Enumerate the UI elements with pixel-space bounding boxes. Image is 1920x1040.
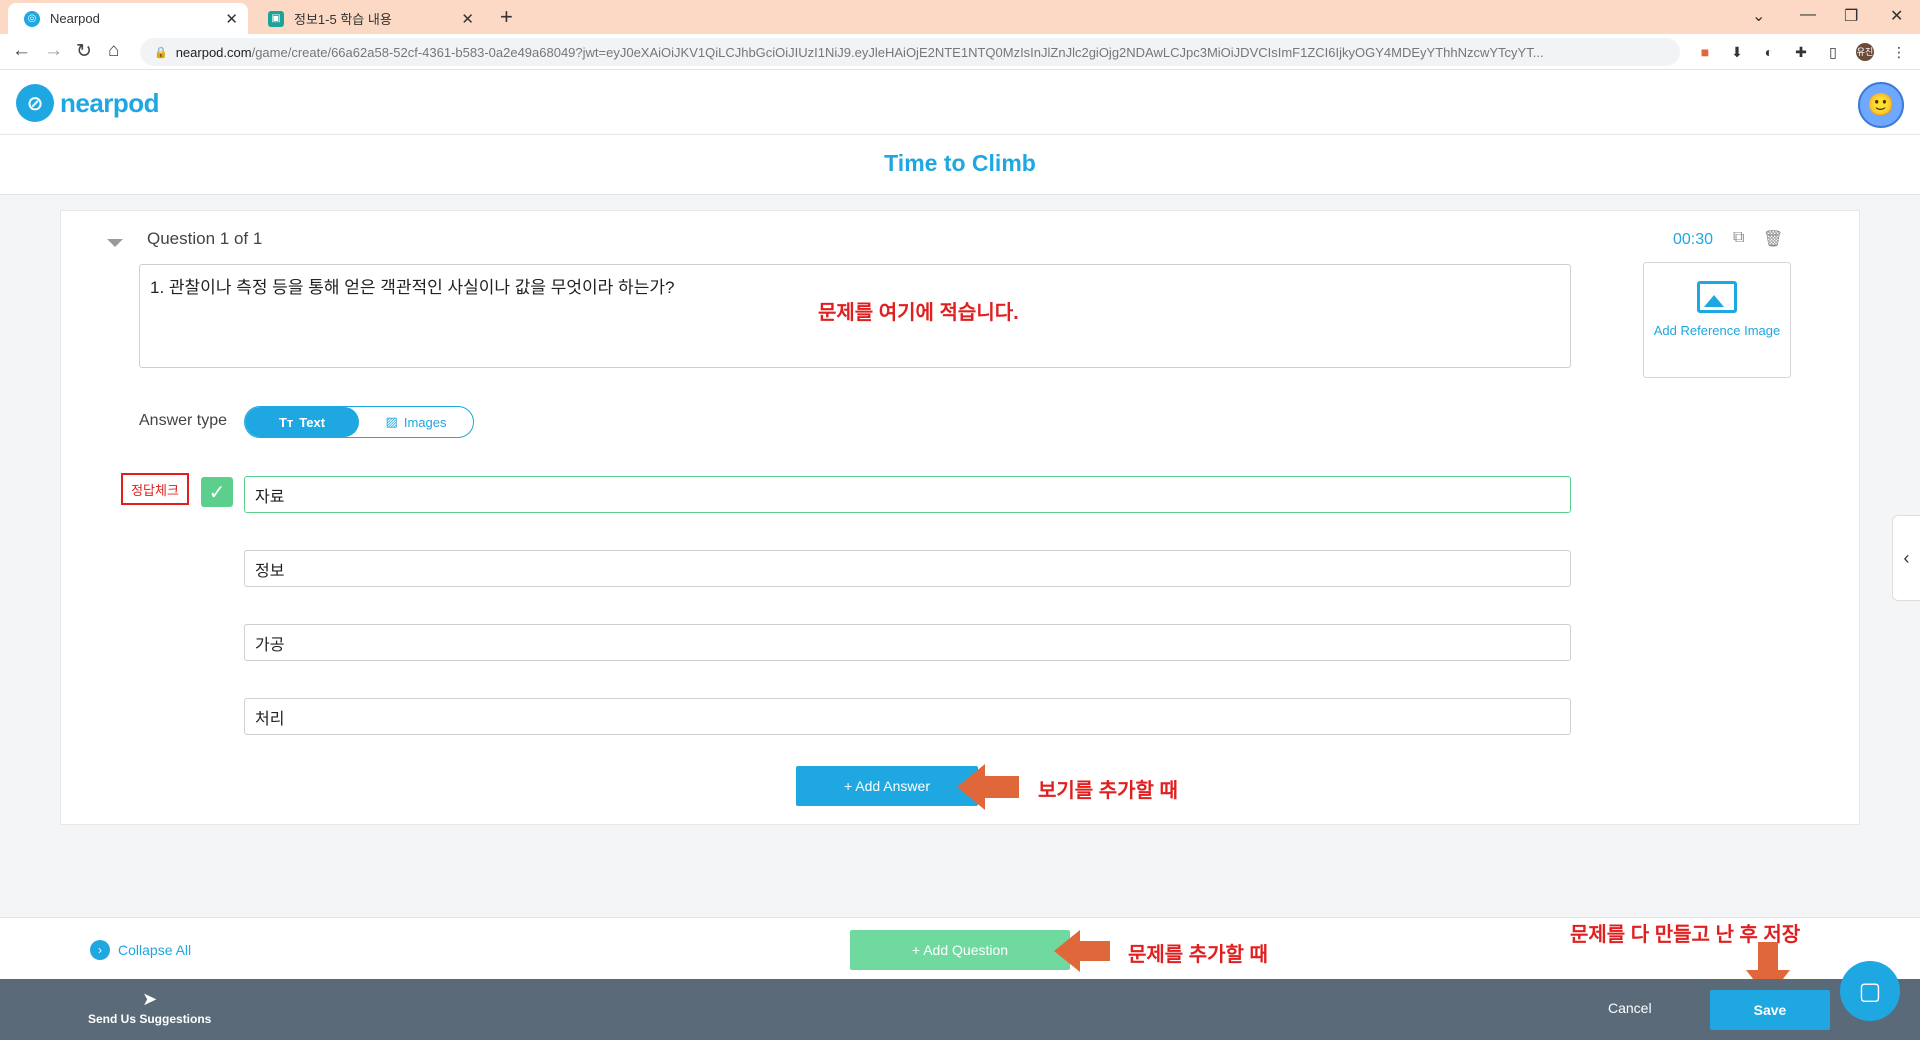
menu-kebab-icon[interactable]: ⋮ [1890, 43, 1908, 61]
add-reference-image-button[interactable]: Add Reference Image [1643, 262, 1791, 378]
question-text: 1. 관찰이나 측정 등을 통해 얻은 객관적인 사실이나 값을 무엇이라 하는… [150, 278, 675, 297]
browser-toolbar: ← → ↻ ⌂ 🔒 nearpod.com /game/create/66a62… [0, 34, 1920, 70]
extensions-puzzle-icon[interactable]: ✚ [1792, 43, 1810, 61]
correct-answer-checkbox[interactable]: ✓ [201, 477, 233, 507]
add-answer-hint-annotation: 보기를 추가할 때 [1038, 780, 1178, 802]
chat-support-icon[interactable]: ▢ [1840, 961, 1900, 1021]
answer-field-3[interactable]: 가공 [244, 624, 1571, 661]
tab-title: Nearpod [50, 11, 100, 26]
answer-field-2[interactable]: 정보 [244, 550, 1571, 587]
tab-title: 정보1-5 학습 내용 [294, 12, 392, 27]
page-title: Time to Climb [884, 150, 1036, 176]
answer-type-label: Answer type [139, 412, 228, 429]
classroom-favicon-icon: ▣ [268, 10, 284, 27]
activity-title-bar: Time to Climb [0, 135, 1920, 195]
tab-nearpod[interactable]: ◎ Nearpod ✕ [8, 3, 248, 34]
question-hint-annotation: 문제를 여기에 적습니다. [818, 302, 1019, 324]
back-icon[interactable]: ← [12, 40, 31, 62]
correct-check-annotation: 정답체크 [121, 473, 189, 505]
reload-icon[interactable]: ↻ [76, 40, 92, 63]
extension-icon[interactable]: ◐ [1760, 43, 1778, 61]
address-bar[interactable]: 🔒 nearpod.com /game/create/66a62a58-52cf… [140, 38, 1680, 66]
tab-notes[interactable]: ▣ 정보1-5 학습 내용 ✕ [252, 3, 484, 34]
user-avatar[interactable]: 🙂 [1858, 82, 1904, 128]
answer-field-1[interactable]: 자료 [244, 476, 1571, 513]
arrow-left-icon [957, 764, 1019, 810]
browser-tab-bar: ◎ Nearpod ✕ ▣ 정보1-5 학습 내용 ✕ + ⌄ — ❐ ✕ [0, 0, 1920, 34]
image-icon [1697, 281, 1737, 313]
lock-icon: 🔒 [154, 46, 168, 59]
add-reference-image-label: Add Reference Image [1653, 323, 1781, 338]
add-question-hint-annotation: 문제를 추가할 때 [1128, 944, 1268, 966]
forward-icon[interactable]: → [44, 40, 63, 62]
trash-icon[interactable]: 🗑 [1763, 229, 1783, 249]
text-format-icon: Tт [278, 414, 294, 430]
nearpod-favicon-icon: ◎ [24, 10, 40, 27]
url-host: nearpod.com [175, 44, 252, 60]
close-window-icon[interactable]: ✕ [1890, 6, 1903, 26]
tab-search-chevron-icon[interactable]: ⌄ [1752, 6, 1765, 26]
footer-bar: ➤ Send Us Suggestions Cancel Save [0, 979, 1920, 1040]
nearpod-logo-icon: ⊘ [16, 84, 54, 122]
question-timer[interactable]: 00:30 [1673, 231, 1713, 249]
answer-type-images[interactable]: ▨ Images [359, 407, 473, 437]
send-suggestions-button[interactable]: ➤ Send Us Suggestions [88, 989, 211, 1026]
question-header: Question 1 of 1 [147, 229, 263, 248]
save-button[interactable]: Save [1710, 990, 1830, 1030]
cancel-button[interactable]: Cancel [1608, 1000, 1652, 1016]
restore-icon[interactable]: ❐ [1844, 6, 1858, 26]
paper-plane-icon: ➤ [142, 989, 158, 1009]
profile-avatar-icon[interactable]: 유진 [1856, 43, 1874, 61]
side-panel-icon[interactable]: ▯ [1824, 43, 1842, 61]
collapse-question-icon[interactable] [107, 239, 123, 247]
arrow-left-icon [1054, 930, 1110, 972]
collapse-all-button[interactable]: › Collapse All [90, 940, 191, 960]
answer-type-toggle[interactable]: Tт Text ▨ Images [244, 406, 474, 438]
minimize-icon[interactable]: — [1800, 6, 1816, 24]
download-icon[interactable]: ⬇ [1728, 43, 1746, 61]
add-question-button[interactable]: + Add Question [850, 930, 1070, 970]
url-path: /game/create/66a62a58-52cf-4361-b583-0a2… [251, 44, 1544, 60]
side-panel-toggle-icon[interactable]: ‹ [1892, 515, 1920, 601]
nearpod-header: ⊘ nearpod 🙂 [0, 70, 1920, 135]
close-tab-icon[interactable]: ✕ [225, 10, 238, 28]
image-icon: ▨ [385, 414, 398, 429]
chevron-right-icon: › [90, 940, 110, 960]
new-tab-icon[interactable]: + [500, 4, 513, 30]
answer-type-text[interactable]: Tт Text [245, 407, 359, 437]
duplicate-icon[interactable]: ⧉ [1733, 229, 1744, 247]
logo-text: nearpod [60, 87, 160, 118]
close-tab-icon[interactable]: ✕ [461, 10, 474, 28]
extension-icon[interactable]: ■ [1696, 43, 1714, 61]
add-answer-button[interactable]: + Add Answer [796, 766, 978, 806]
nearpod-logo[interactable]: ⊘ nearpod [16, 84, 160, 122]
answer-field-4[interactable]: 처리 [244, 698, 1571, 735]
home-icon[interactable]: ⌂ [108, 40, 119, 62]
